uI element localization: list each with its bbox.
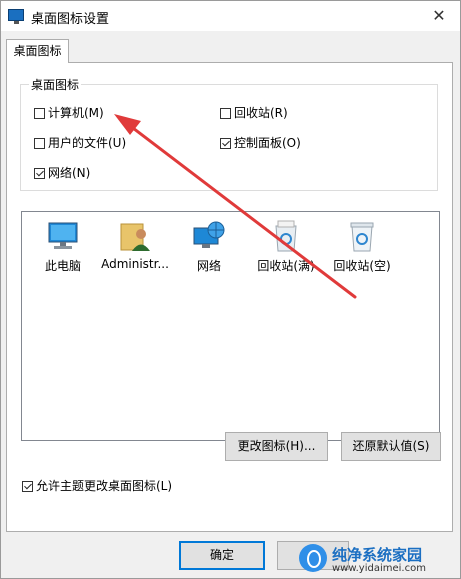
checkbox-label: 允许主题更改桌面图标(L) [36,479,173,493]
ok-button[interactable]: 确定 [179,541,265,570]
icon-item-recycle-bin-empty[interactable]: 回收站(空) [327,218,397,274]
icon-label: 回收站(空) [333,259,391,273]
checkbox-box[interactable] [34,138,45,149]
close-button[interactable]: ✕ [426,4,452,28]
recycle-bin-empty-icon [344,218,380,254]
icon-item-user-files[interactable]: Administr... [100,218,170,271]
checkbox-box[interactable] [220,108,231,119]
checkbox-box[interactable] [34,108,45,119]
checkbox-label: 计算机(M) [48,106,104,120]
checkbox-user-files[interactable]: 用户的文件(U) [34,135,126,151]
user-folder-icon [117,218,153,254]
watermark: 纯净系统家园 www.yidaimei.com [299,542,454,576]
group-label: 桌面图标 [29,76,82,93]
checkbox-label: 回收站(R) [234,106,288,120]
change-icon-button[interactable]: 更改图标(H)... [225,432,328,461]
icon-label: Administr... [101,257,169,271]
icon-item-this-pc[interactable]: 此电脑 [28,218,98,274]
desktop-icon-settings-dialog: 桌面图标设置 ✕ 桌面图标 桌面图标 计算机(M) 回收站(R) 用户的文件(U… [0,0,461,579]
window-title: 桌面图标设置 [31,12,110,27]
checkbox-network[interactable]: 网络(N) [34,165,90,181]
tab-panel: 桌面图标 计算机(M) 回收站(R) 用户的文件(U) 控制面板(O) 网络(N… [6,62,453,532]
checkbox-box[interactable] [220,138,231,149]
checkbox-computer[interactable]: 计算机(M) [34,105,104,121]
icon-item-network[interactable]: 网络 [174,218,244,274]
recycle-bin-full-icon [268,218,304,254]
icon-label: 回收站(满) [257,259,315,273]
checkbox-control-panel[interactable]: 控制面板(O) [220,135,301,151]
tab-desktop-icons[interactable]: 桌面图标 [6,39,69,63]
checkbox-box[interactable] [22,481,33,492]
desktop-icon-list[interactable]: 此电脑 Administr... 网络 回收站(满) 回收站(空) [21,211,440,441]
checkbox-label: 控制面板(O) [234,136,301,150]
checkbox-label: 网络(N) [48,166,91,180]
network-icon [191,218,227,254]
icon-label: 网络 [196,259,221,273]
icon-label: 此电脑 [44,259,81,273]
watermark-title: 纯净系统家园 [332,546,423,564]
checkbox-recycle-bin[interactable]: 回收站(R) [220,105,288,121]
logo-icon [299,544,327,572]
icon-item-recycle-bin-full[interactable]: 回收站(满) [251,218,321,274]
restore-default-button[interactable]: 还原默认值(S) [341,432,441,461]
watermark-url: www.yidaimei.com [332,563,426,574]
checkbox-allow-theme-change[interactable]: 允许主题更改桌面图标(L) [22,478,172,494]
desktop-icons-group: 桌面图标 计算机(M) 回收站(R) 用户的文件(U) 控制面板(O) 网络(N… [20,76,438,191]
checkbox-label: 用户的文件(U) [48,136,127,150]
checkbox-box[interactable] [34,168,45,179]
monitor-icon [8,9,24,24]
title-bar: 桌面图标设置 ✕ [1,1,460,31]
computer-icon [45,218,81,254]
